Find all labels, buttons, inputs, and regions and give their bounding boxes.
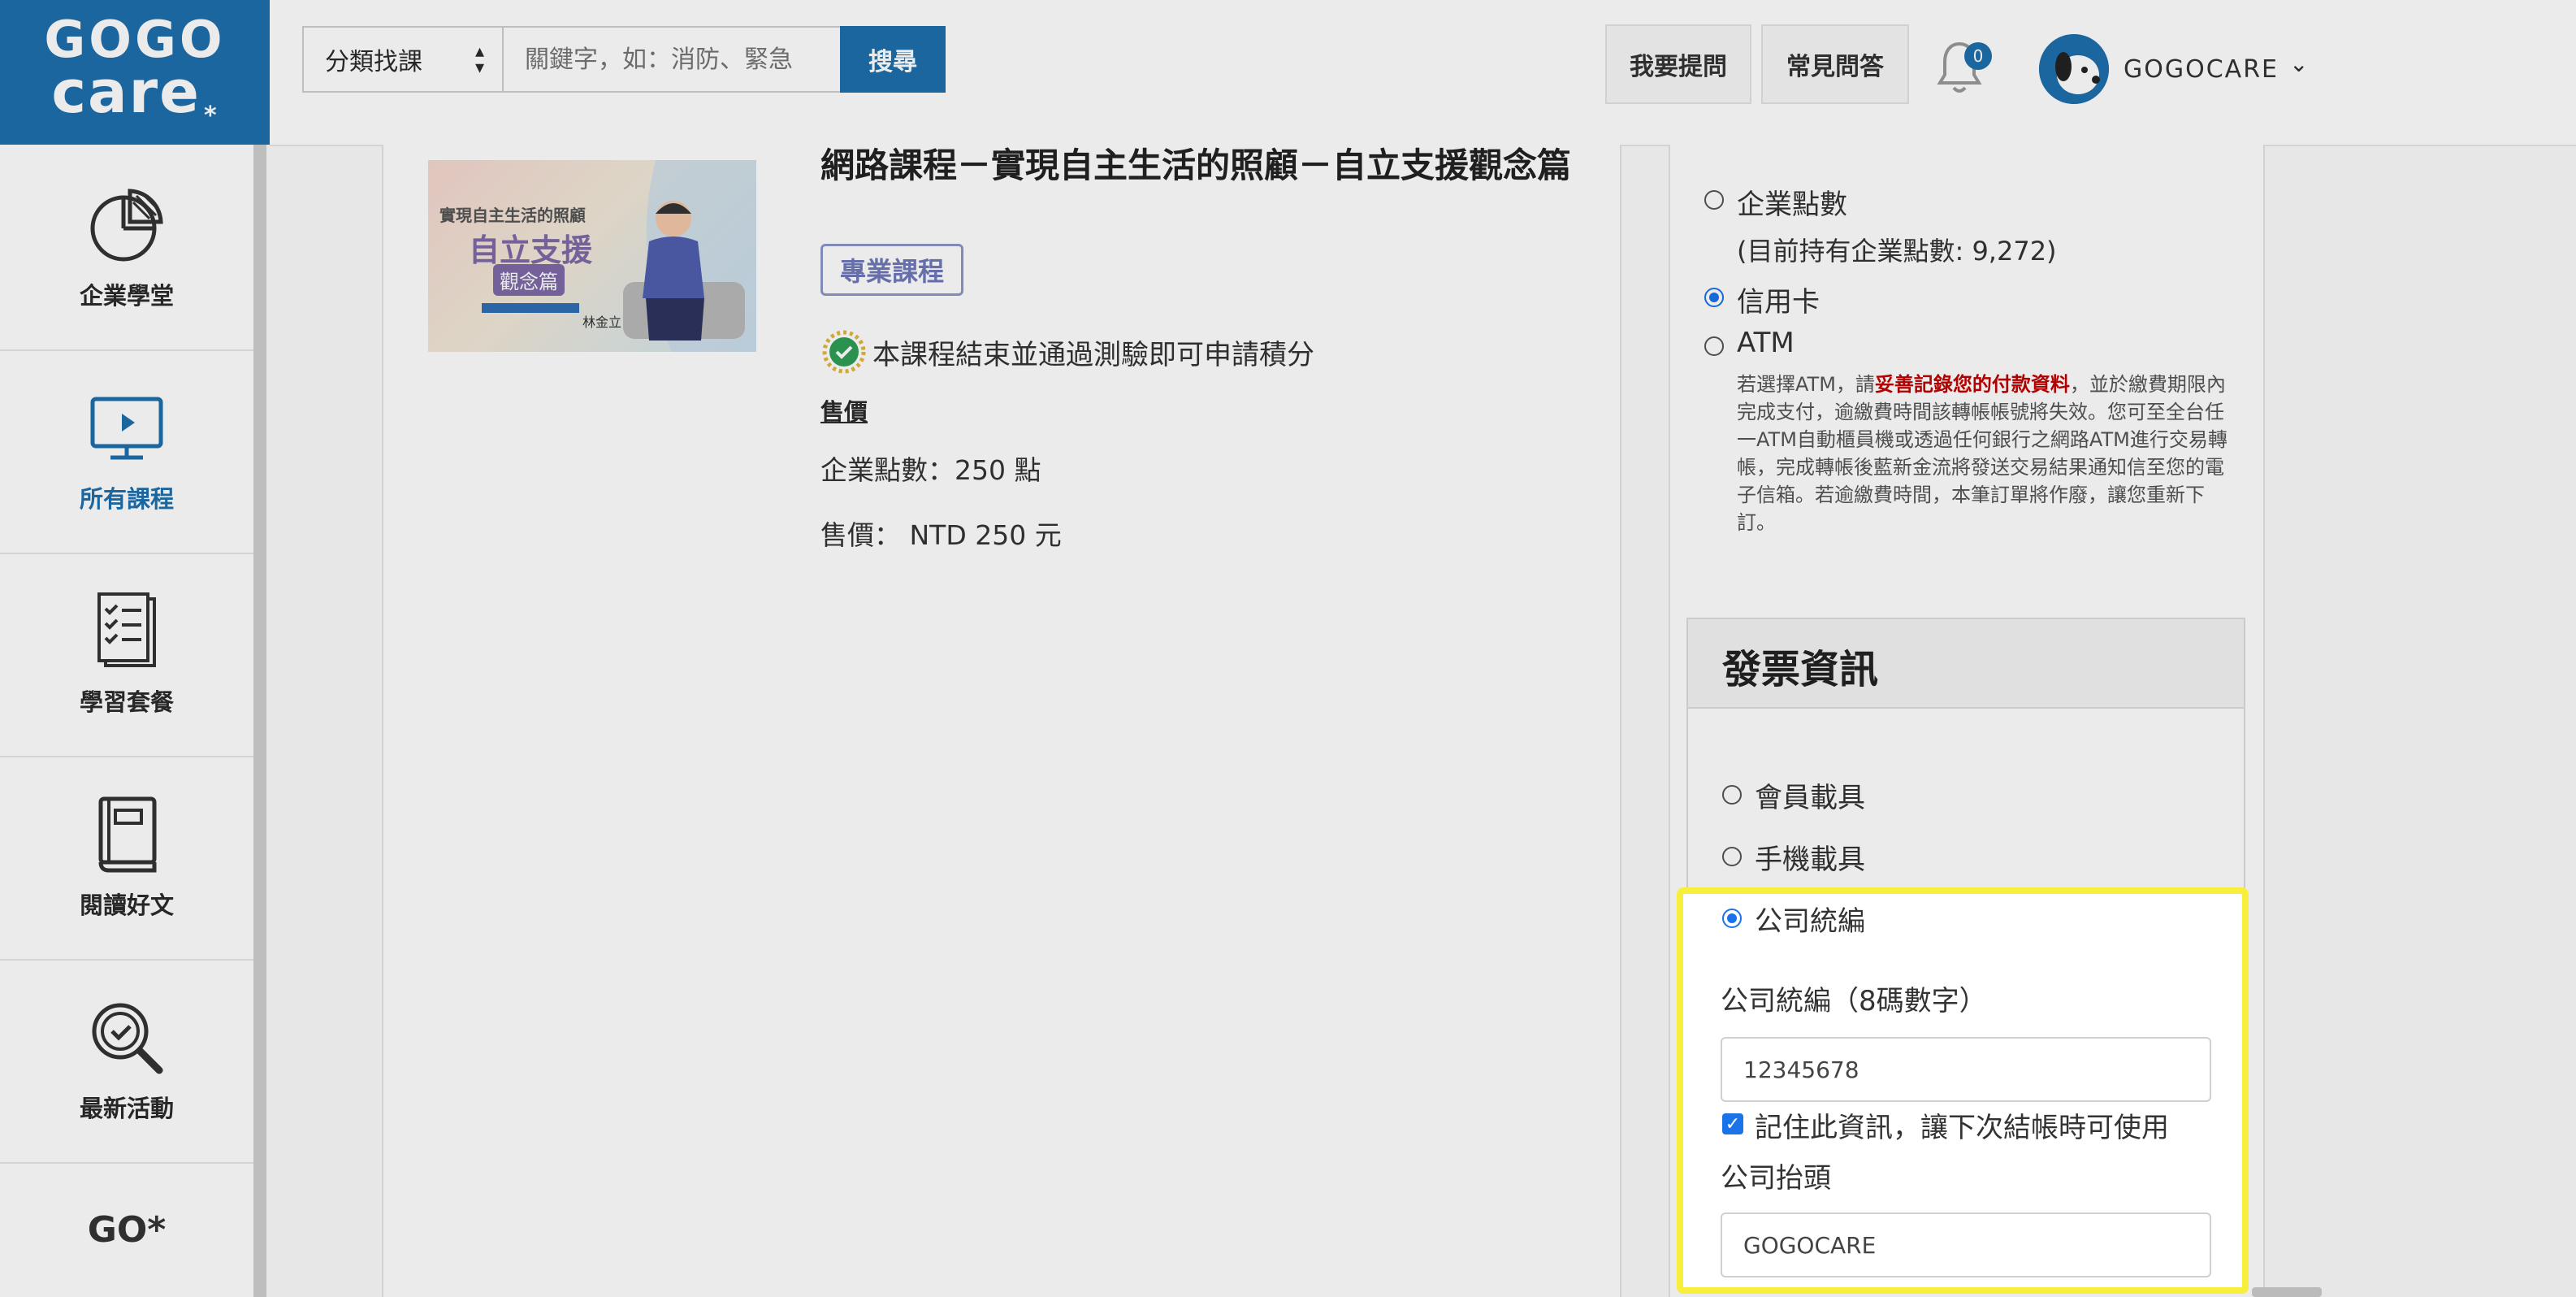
- tax-id-label: 公司統編（8碼數字）: [1721, 985, 1987, 1017]
- faq-button[interactable]: 常見問答: [1761, 24, 1909, 104]
- magnifier-check-icon: [92, 1003, 163, 1074]
- monitor-play-icon: [90, 397, 163, 460]
- sidebar-scrollbar[interactable]: [253, 145, 266, 1297]
- book-icon: [98, 796, 157, 873]
- tax-id-input[interactable]: [1721, 1037, 2211, 1102]
- invoice-radio-company-tax-id[interactable]: [1722, 909, 1742, 928]
- brand-logo[interactable]: GOGO care *: [0, 0, 270, 145]
- payment-option-label[interactable]: 企業點數: [1737, 182, 1847, 222]
- ask-question-button[interactable]: 我要提問: [1605, 24, 1751, 104]
- remember-checkbox[interactable]: ✓: [1722, 1113, 1743, 1134]
- search-input[interactable]: [504, 26, 842, 93]
- cash-price: 售價： NTD 250 元: [820, 519, 1062, 551]
- atm-note: 若選擇ATM，請妥善記錄您的付款資料，並於繳費期限內完成支付，逾繳費時間該轉帳帳…: [1737, 371, 2232, 536]
- pie-chart-icon: [90, 189, 163, 262]
- sidebar-item-articles[interactable]: 閱讀好文: [0, 756, 253, 961]
- checklist-icon: [97, 592, 156, 667]
- company-title-input[interactable]: [1721, 1212, 2211, 1277]
- course-type-badge: 專業課程: [820, 244, 963, 296]
- atm-note-highlight: 妥善記錄您的付款資料: [1874, 373, 2070, 396]
- invoice-title: 發票資訊: [1722, 647, 1879, 692]
- sidebar-item-enterprise[interactable]: 企業學堂: [0, 146, 253, 351]
- thumb-main-title: 自立支援: [469, 232, 593, 268]
- sidebar-item-learning-packages[interactable]: 學習套餐: [0, 553, 253, 757]
- sidebar-item-label: 企業學堂: [79, 282, 174, 310]
- invoice-option-label[interactable]: 公司統編: [1755, 899, 1865, 939]
- payment-radio-credit-card[interactable]: [1704, 288, 1724, 307]
- invoice-option-label[interactable]: 手機載具: [1755, 837, 1865, 877]
- sidebar-item-all-courses[interactable]: 所有課程: [0, 349, 253, 554]
- page-scrollbar[interactable]: [2252, 1287, 2322, 1297]
- points-balance: (目前持有企業點數: 9,272): [1737, 236, 2057, 267]
- username[interactable]: GOGOCARE: [2124, 55, 2279, 84]
- sidebar-item-label: 最新活動: [79, 1095, 174, 1122]
- logo-line2-text: care: [51, 58, 201, 127]
- sidebar-item-events[interactable]: 最新活動: [0, 959, 253, 1164]
- thumb-title: 實現自主生活的照顧: [439, 206, 586, 225]
- notification-count-badge: 0: [1964, 42, 1992, 70]
- search-button[interactable]: 搜尋: [840, 26, 946, 93]
- certified-badge-icon: [822, 330, 866, 374]
- course-thumbnail[interactable]: 實現自主生活的照顧 自立支援 觀念篇 林金立: [428, 160, 756, 352]
- payment-radio-atm[interactable]: [1704, 336, 1724, 356]
- sidebar-item-label: 閱讀好文: [79, 891, 174, 919]
- sidebar-footer-logo[interactable]: GO*: [0, 1162, 253, 1297]
- course-title[interactable]: 網路課程－實現自主生活的照顧－自立支援觀念篇: [820, 145, 1600, 187]
- avatar[interactable]: [2039, 34, 2109, 104]
- category-select[interactable]: 分類找課 ▴ ▾: [302, 26, 504, 93]
- chevron-down-icon[interactable]: ⌄: [2289, 50, 2308, 77]
- logo-line2: care *: [51, 63, 219, 131]
- credit-note: 本課程結束並通過測驗即可申請積分: [872, 338, 1314, 371]
- atm-note-rest: ，並於繳費期限內完成支付，逾繳費時間該轉帳帳號將失效。您可至全台任一ATM自動櫃…: [1737, 373, 2227, 534]
- invoice-option-label[interactable]: 會員載具: [1755, 775, 1865, 815]
- payment-option-label[interactable]: 信用卡: [1737, 280, 1820, 319]
- payment-radio-points[interactable]: [1704, 190, 1724, 210]
- invoice-radio-mobile-carrier[interactable]: [1722, 847, 1742, 866]
- thumb-person: 林金立: [582, 314, 622, 330]
- thumb-subtitle: 觀念篇: [493, 264, 565, 296]
- points-price: 企業點數：250 點: [820, 454, 1041, 486]
- company-title-label: 公司抬頭: [1721, 1162, 1831, 1195]
- thumb-banner: [482, 303, 579, 313]
- payment-option-label[interactable]: ATM: [1737, 327, 1795, 359]
- credit-row: 本課程結束並通過測驗即可申請積分: [820, 328, 1314, 375]
- price-heading: 售價: [820, 398, 868, 426]
- atm-note-prefix: 若選擇ATM，請: [1737, 373, 1875, 396]
- remember-label[interactable]: 記住此資訊，讓下次結帳時可使用: [1755, 1105, 2169, 1145]
- go-logo: GO*: [87, 1208, 167, 1251]
- category-select-label: 分類找課: [325, 48, 422, 76]
- logo-mark: *: [203, 102, 219, 131]
- invoice-radio-member-carrier[interactable]: [1722, 785, 1742, 805]
- sidebar-item-label: 所有課程: [79, 485, 174, 513]
- sort-caret-icon: ▴ ▾: [474, 41, 484, 78]
- sidebar-item-label: 學習套餐: [79, 688, 174, 716]
